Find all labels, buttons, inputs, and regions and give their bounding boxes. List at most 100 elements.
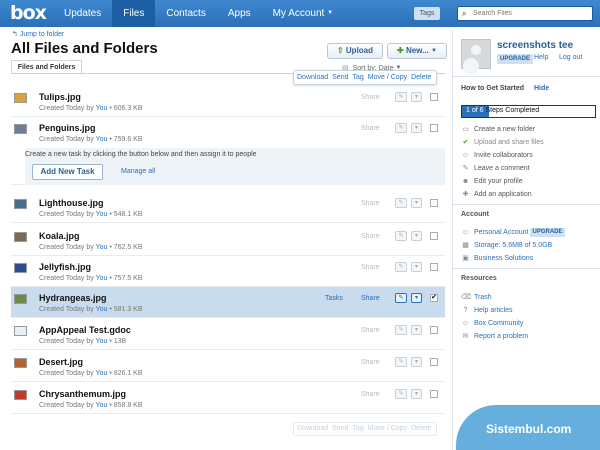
row-checkbox[interactable] xyxy=(430,390,438,398)
owner-link[interactable]: You xyxy=(96,136,108,143)
manage-all-link[interactable]: Manage all xyxy=(121,168,155,175)
action-delete[interactable]: Delete xyxy=(411,74,431,81)
share-link[interactable]: Share xyxy=(361,125,380,132)
row-checkbox-checked[interactable]: ✔ xyxy=(430,294,438,302)
nav-contacts[interactable]: Contacts xyxy=(155,0,216,27)
nav-apps[interactable]: Apps xyxy=(217,0,262,27)
storage-item[interactable]: ▦ Storage: 5.6MB of 5.0GB xyxy=(461,241,552,252)
comment-icon[interactable]: ✎ xyxy=(395,293,407,303)
file-name[interactable]: Hydrangeas.jpg xyxy=(39,293,107,303)
row-checkbox[interactable] xyxy=(430,326,438,334)
upgrade-badge[interactable]: UPGRADE xyxy=(530,228,565,237)
file-row[interactable]: Chrysanthemum.jpg Created Today by You •… xyxy=(11,383,445,414)
dropdown-arrow-icon[interactable]: ▾ xyxy=(411,357,422,367)
share-link[interactable]: Share xyxy=(361,200,380,207)
add-new-task-button[interactable]: Add New Task xyxy=(32,164,103,180)
step-invite[interactable]: ☺ Invite collaborators xyxy=(461,151,533,162)
comment-icon[interactable]: ✎ xyxy=(395,262,407,272)
dropdown-arrow-icon[interactable]: ▾ xyxy=(411,262,422,272)
jump-to-folder-link[interactable]: ↰ Jump to folder xyxy=(12,30,64,38)
file-row[interactable]: Koala.jpg Created Today by You • 762.5 K… xyxy=(11,225,445,256)
file-name[interactable]: Chrysanthemum.jpg xyxy=(39,389,126,399)
share-link[interactable]: Share xyxy=(361,94,380,101)
share-link[interactable]: Share xyxy=(361,327,380,334)
file-name[interactable]: Jellyfish.jpg xyxy=(39,262,91,272)
action-move-copy[interactable]: Move / Copy xyxy=(368,74,407,81)
comment-icon[interactable]: ✎ xyxy=(395,123,407,133)
tab-files-and-folders[interactable]: Files and Folders xyxy=(11,60,82,74)
nav-files[interactable]: Files xyxy=(112,0,156,27)
owner-link[interactable]: You xyxy=(96,306,108,313)
share-link[interactable]: Share xyxy=(361,295,380,302)
comment-icon[interactable]: ✎ xyxy=(395,357,407,367)
share-link[interactable]: Share xyxy=(361,264,380,271)
file-row[interactable]: Jellyfish.jpg Created Today by You • 757… xyxy=(11,256,445,287)
owner-link[interactable]: You xyxy=(96,211,108,218)
avatar[interactable] xyxy=(461,39,491,69)
file-name[interactable]: Penguins.jpg xyxy=(39,123,96,133)
nav-updates[interactable]: Updates xyxy=(53,0,112,27)
box-community-item[interactable]: ☺ Box Community xyxy=(461,319,523,330)
file-row[interactable]: Lighthouse.jpg Created Today by You • 54… xyxy=(11,192,445,223)
share-link[interactable]: Share xyxy=(361,359,380,366)
comment-icon[interactable]: ✎ xyxy=(395,325,407,335)
help-link[interactable]: Help xyxy=(534,54,548,61)
file-name[interactable]: AppAppeal Test.gdoc xyxy=(39,325,131,335)
hide-link[interactable]: Hide xyxy=(534,85,549,92)
new-button[interactable]: ✚ New... ▼ xyxy=(387,43,447,59)
row-checkbox[interactable] xyxy=(430,199,438,207)
dropdown-arrow-icon[interactable]: ▾ xyxy=(411,389,422,399)
dropdown-arrow-icon[interactable]: ▾ xyxy=(411,92,422,102)
search-input[interactable] xyxy=(473,8,588,19)
nav-my-account[interactable]: My Account ▼ xyxy=(262,0,344,27)
action-download[interactable]: Download xyxy=(297,74,328,81)
owner-link[interactable]: You xyxy=(96,338,108,345)
business-solutions-item[interactable]: ▣ Business Solutions xyxy=(461,254,533,265)
username-link[interactable]: screenshots tee xyxy=(497,40,573,51)
owner-link[interactable]: You xyxy=(96,105,108,112)
step-create-folder[interactable]: ▭ Create a new folder xyxy=(461,125,535,136)
step-comment[interactable]: ✎ Leave a comment xyxy=(461,164,530,175)
file-row-selected[interactable]: Hydrangeas.jpg Created Today by You • 58… xyxy=(11,287,445,318)
trash-item[interactable]: ⌫ Trash xyxy=(461,293,492,304)
share-link[interactable]: Share xyxy=(361,391,380,398)
action-tag[interactable]: Tag xyxy=(353,74,364,81)
file-name[interactable]: Desert.jpg xyxy=(39,357,83,367)
row-checkbox[interactable] xyxy=(430,263,438,271)
file-row[interactable]: AppAppeal Test.gdoc Created Today by You… xyxy=(11,319,445,350)
report-problem-item[interactable]: ✉ Report a problem xyxy=(461,332,529,343)
action-send[interactable]: Send xyxy=(332,74,348,81)
row-checkbox[interactable] xyxy=(430,232,438,240)
owner-link[interactable]: You xyxy=(96,370,108,377)
row-checkbox[interactable] xyxy=(430,358,438,366)
dropdown-arrow-icon[interactable]: ▾ xyxy=(411,123,422,133)
step-edit-profile[interactable]: ☻ Edit your profile xyxy=(461,177,523,188)
step-add-app[interactable]: ✚ Add an application xyxy=(461,190,532,201)
file-name[interactable]: Lighthouse.jpg xyxy=(39,198,104,208)
file-row[interactable]: Desert.jpg Created Today by You • 826.1 … xyxy=(11,351,445,382)
upgrade-badge[interactable]: UPGRADE xyxy=(497,54,534,64)
dropdown-arrow-icon[interactable]: ▾ xyxy=(411,325,422,335)
box-logo[interactable]: box xyxy=(10,2,47,24)
row-checkbox[interactable] xyxy=(430,124,438,132)
file-name[interactable]: Tulips.jpg xyxy=(39,92,81,102)
file-name[interactable]: Koala.jpg xyxy=(39,231,80,241)
file-row[interactable]: Tulips.jpg Created Today by You • 606.3 … xyxy=(11,86,445,117)
tasks-link[interactable]: Tasks xyxy=(325,295,343,302)
help-articles-item[interactable]: ? Help articles xyxy=(461,306,513,317)
step-upload-share[interactable]: ✔ Upload and share files xyxy=(461,138,544,149)
dropdown-arrow-icon[interactable]: ▾ xyxy=(411,231,422,241)
owner-link[interactable]: You xyxy=(96,275,108,282)
comment-icon[interactable]: ✎ xyxy=(395,389,407,399)
upload-button[interactable]: ⇧ Upload xyxy=(327,43,383,59)
comment-icon[interactable]: ✎ xyxy=(395,231,407,241)
dropdown-arrow-icon[interactable]: ▾ xyxy=(411,293,422,303)
tags-button[interactable]: Tags xyxy=(414,7,440,20)
comment-icon[interactable]: ✎ xyxy=(395,92,407,102)
row-checkbox[interactable] xyxy=(430,93,438,101)
owner-link[interactable]: You xyxy=(96,244,108,251)
log-out-link[interactable]: Log out xyxy=(559,54,582,61)
personal-account-item[interactable]: ☺ Personal Account UPGRADE xyxy=(461,228,565,239)
dropdown-arrow-icon[interactable]: ▾ xyxy=(411,198,422,208)
comment-icon[interactable]: ✎ xyxy=(395,198,407,208)
